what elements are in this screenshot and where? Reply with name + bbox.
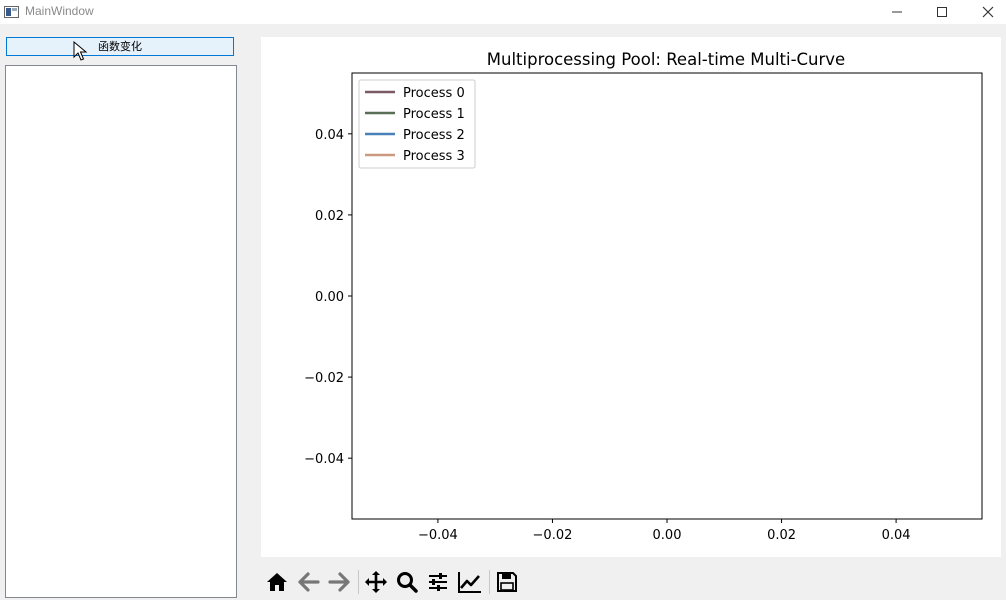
legend-label: Process 2 bbox=[403, 128, 465, 143]
plot-canvas[interactable]: Multiprocessing Pool: Real-time Multi-Cu… bbox=[261, 37, 1001, 557]
minimize-button[interactable] bbox=[874, 0, 920, 24]
line-chart: Multiprocessing Pool: Real-time Multi-Cu… bbox=[304, 50, 983, 543]
process-list[interactable] bbox=[5, 65, 237, 598]
legend-label: Process 1 bbox=[403, 107, 465, 122]
x-tick-label: −0.04 bbox=[418, 528, 458, 543]
y-tick-label: −0.04 bbox=[304, 452, 344, 467]
chart-title: Multiprocessing Pool: Real-time Multi-Cu… bbox=[487, 50, 845, 69]
x-tick-label: −0.02 bbox=[533, 528, 573, 543]
y-tick-label: 0.04 bbox=[315, 128, 344, 143]
y-tick-label: 0.00 bbox=[315, 290, 344, 305]
app-icon bbox=[4, 4, 20, 18]
zoom-button[interactable] bbox=[393, 566, 421, 598]
pan-button[interactable] bbox=[362, 566, 390, 598]
back-button[interactable] bbox=[295, 566, 323, 598]
pan-icon bbox=[365, 571, 387, 593]
toolbar-separator bbox=[489, 570, 490, 594]
back-arrow-icon bbox=[298, 572, 320, 592]
x-tick-label: 0.00 bbox=[653, 528, 682, 543]
title-bar: MainWindow bbox=[0, 0, 1006, 24]
toolbar-separator bbox=[358, 570, 359, 594]
minimize-icon bbox=[892, 11, 902, 13]
close-button[interactable] bbox=[965, 0, 1006, 24]
configure-subplots-icon bbox=[429, 573, 447, 591]
x-tick-label: 0.02 bbox=[767, 528, 796, 543]
window-title: MainWindow bbox=[25, 4, 94, 18]
configure-subplots-button[interactable] bbox=[424, 566, 452, 598]
home-button[interactable] bbox=[263, 566, 291, 598]
save-icon bbox=[497, 572, 517, 592]
forward-button[interactable] bbox=[325, 566, 353, 598]
mouse-cursor-icon bbox=[73, 41, 88, 61]
legend-label: Process 3 bbox=[403, 149, 465, 164]
forward-arrow-icon bbox=[328, 572, 350, 592]
edit-axis-icon bbox=[458, 572, 481, 593]
legend-label: Process 0 bbox=[403, 86, 465, 101]
close-icon bbox=[982, 6, 994, 18]
home-icon bbox=[267, 573, 287, 591]
zoom-icon bbox=[397, 572, 418, 593]
navigation-toolbar bbox=[261, 566, 561, 598]
legend: Process 0 Process 1 Process 2 Process 3 bbox=[358, 79, 476, 169]
save-button[interactable] bbox=[493, 566, 521, 598]
maximize-button[interactable] bbox=[919, 0, 965, 24]
y-tick-label: −0.02 bbox=[304, 371, 344, 386]
maximize-icon bbox=[937, 7, 947, 17]
edit-axis-button[interactable] bbox=[455, 566, 483, 598]
function-change-button[interactable]: 函数变化 bbox=[6, 37, 234, 56]
x-tick-label: 0.04 bbox=[882, 528, 911, 543]
y-tick-label: 0.02 bbox=[315, 209, 344, 224]
